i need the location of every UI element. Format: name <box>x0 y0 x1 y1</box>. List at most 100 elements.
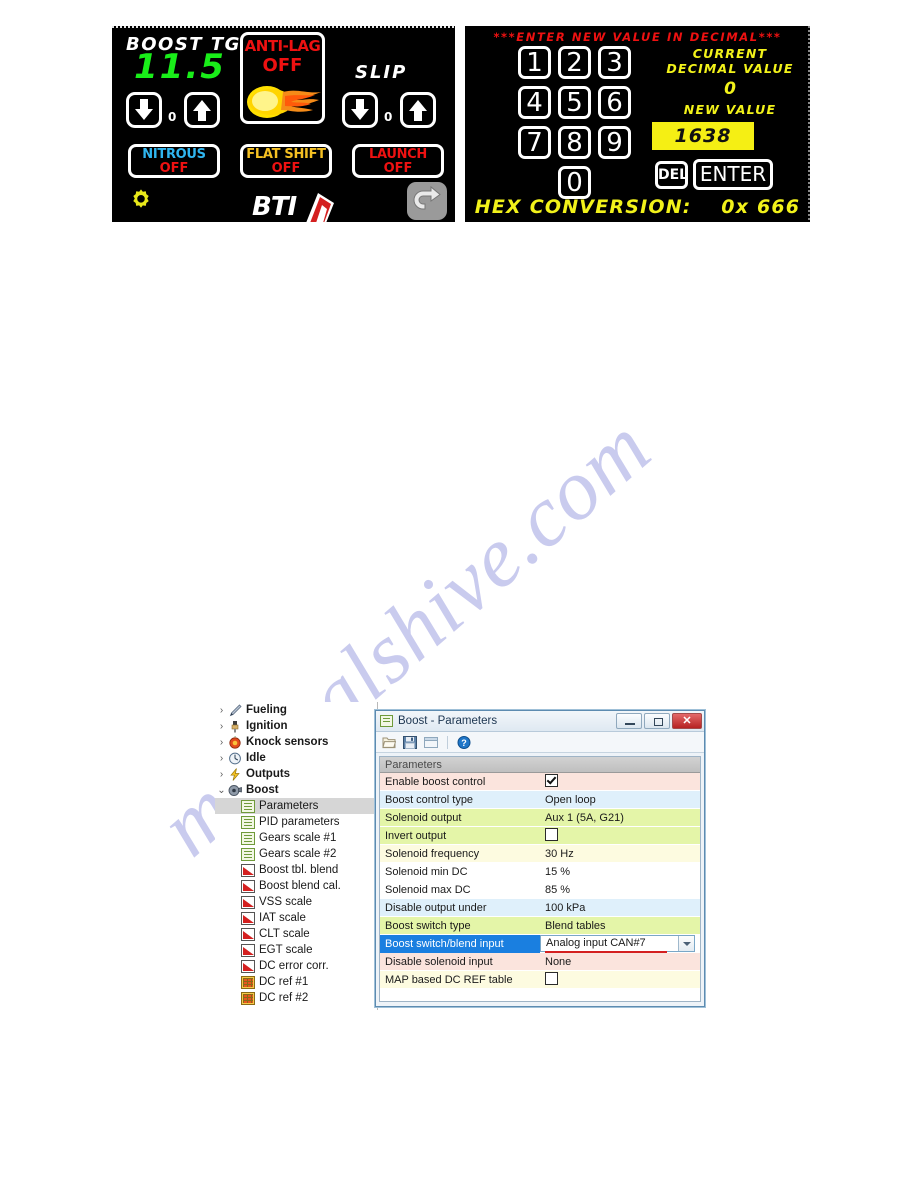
tree-item-label: DC ref #1 <box>259 976 309 988</box>
settings-button[interactable] <box>130 188 152 210</box>
slip-label: SLIP <box>355 62 408 83</box>
key-1[interactable]: 1 <box>518 46 551 79</box>
param-row[interactable]: Disable solenoid input None <box>380 953 700 971</box>
dialog-title: Boost - Parameters <box>398 715 498 727</box>
key-0[interactable]: 0 <box>558 166 591 199</box>
chart-icon <box>241 959 255 973</box>
key-8[interactable]: 8 <box>558 126 591 159</box>
param-value-cell[interactable] <box>540 773 700 791</box>
tree-item-knock-sensors[interactable]: › Knock sensors <box>215 734 378 750</box>
param-row[interactable]: Enable boost control <box>380 773 700 791</box>
param-name: Enable boost control <box>385 775 486 788</box>
tree-item-pid-parameters[interactable]: PID parameters <box>215 814 378 830</box>
tree-item-gears-scale-2[interactable]: Gears scale #2 <box>215 846 378 862</box>
key-3[interactable]: 3 <box>598 46 631 79</box>
ignition-icon <box>228 720 242 733</box>
chevron-right-icon[interactable]: › <box>215 705 228 716</box>
param-row[interactable]: Solenoid frequency 30 Hz <box>380 845 700 863</box>
param-value-cell[interactable]: 15 % <box>540 863 700 881</box>
tree-item-boost-blend-cal[interactable]: Boost blend cal. <box>215 878 378 894</box>
tree-item-label: Gears scale #2 <box>259 848 337 860</box>
key-6[interactable]: 6 <box>598 86 631 119</box>
chevron-right-icon[interactable]: › <box>215 721 228 732</box>
tree-item-gears-scale-1[interactable]: Gears scale #1 <box>215 830 378 846</box>
tree-item-boost[interactable]: ⌄ Boost <box>215 782 378 798</box>
maximize-button[interactable] <box>644 713 670 729</box>
enter-key[interactable]: ENTER <box>693 159 773 190</box>
help-icon[interactable]: ? <box>457 735 471 749</box>
chevron-right-icon[interactable]: › <box>215 753 228 764</box>
param-row[interactable]: Solenoid max DC 85 % <box>380 881 700 899</box>
param-value-cell[interactable]: Analog input CAN#7 <box>540 934 700 953</box>
param-name: Boost switch type <box>385 919 471 932</box>
param-value-cell[interactable] <box>540 827 700 845</box>
param-row[interactable]: Invert output <box>380 827 700 845</box>
boost-increase-button[interactable] <box>184 92 220 128</box>
nitrous-button[interactable]: NITROUS OFF <box>128 144 220 178</box>
open-icon[interactable] <box>382 736 397 749</box>
param-checkbox[interactable] <box>545 972 558 986</box>
param-row[interactable]: Boost switch/blend input Analog input CAN… <box>380 934 700 953</box>
save-icon[interactable] <box>403 735 417 749</box>
param-value-cell[interactable]: Open loop <box>540 791 700 809</box>
tree-item-idle[interactable]: › Idle <box>215 750 378 766</box>
tree-item-dc-ref-1[interactable]: DC ref #1 <box>215 974 378 990</box>
param-row[interactable]: Boost switch type Blend tables <box>380 917 700 935</box>
param-name: MAP based DC REF table <box>385 973 513 986</box>
param-row[interactable]: MAP based DC REF table <box>380 971 700 989</box>
tree-item-outputs[interactable]: › Outputs <box>215 766 378 782</box>
param-checkbox[interactable] <box>545 828 558 842</box>
flat-shift-button[interactable]: FLAT SHIFT OFF <box>240 144 332 178</box>
tree-item-boost-tbl-blend[interactable]: Boost tbl. blend <box>215 862 378 878</box>
chevron-right-icon[interactable]: › <box>215 737 228 748</box>
key-9[interactable]: 9 <box>598 126 631 159</box>
back-button[interactable] <box>407 182 447 220</box>
tree-item-clt-scale[interactable]: CLT scale <box>215 926 378 942</box>
minimize-button[interactable] <box>616 713 642 729</box>
launch-button[interactable]: LAUNCH OFF <box>352 144 444 178</box>
chart-icon <box>241 943 255 957</box>
tree-item-vss-scale[interactable]: VSS scale <box>215 894 378 910</box>
param-value-cell[interactable]: 100 kPa <box>540 899 700 917</box>
close-button[interactable]: ✕ <box>672 713 702 729</box>
tree-item-dc-ref-2[interactable]: DC ref #2 <box>215 990 378 1006</box>
param-value-cell[interactable]: Aux 1 (5A, G21) <box>540 809 700 827</box>
key-7[interactable]: 7 <box>518 126 551 159</box>
slip-increase-button[interactable] <box>400 92 436 128</box>
tree-item-label: PID parameters <box>259 816 340 828</box>
slip-decrease-button[interactable] <box>342 92 378 128</box>
svg-text:?: ? <box>461 738 467 748</box>
param-row[interactable]: Solenoid output Aux 1 (5A, G21) <box>380 809 700 827</box>
nitrous-title: NITROUS <box>142 147 206 162</box>
param-combobox[interactable]: Analog input CAN#7 <box>540 934 695 953</box>
chevron-right-icon[interactable]: › <box>215 769 228 780</box>
new-value-field[interactable]: 1638 <box>652 122 754 150</box>
param-row[interactable]: Disable output under 100 kPa <box>380 899 700 917</box>
param-value-cell[interactable] <box>540 971 700 989</box>
window-icon[interactable] <box>424 736 438 749</box>
dialog-titlebar[interactable]: Boost - Parameters ✕ <box>376 711 704 732</box>
param-value-cell[interactable]: 85 % <box>540 881 700 899</box>
document-icon <box>241 799 255 813</box>
back-arrow-icon <box>413 185 441 210</box>
param-row[interactable]: Boost control type Open loop <box>380 791 700 809</box>
tree-item-dc-error-corr[interactable]: DC error corr. <box>215 958 378 974</box>
chevron-down-icon[interactable] <box>678 935 694 951</box>
anti-lag-button[interactable]: ANTI-LAG OFF <box>240 32 325 124</box>
key-2[interactable]: 2 <box>558 46 591 79</box>
chevron-down-icon[interactable]: ⌄ <box>215 785 228 796</box>
key-4[interactable]: 4 <box>518 86 551 119</box>
param-row[interactable]: Solenoid min DC 15 % <box>380 863 700 881</box>
tree-item-egt-scale[interactable]: EGT scale <box>215 942 378 958</box>
key-5[interactable]: 5 <box>558 86 591 119</box>
boost-decrease-button[interactable] <box>126 92 162 128</box>
delete-key[interactable]: DEL <box>655 161 688 189</box>
tree-item-fueling[interactable]: › Fueling <box>215 702 378 718</box>
param-value-cell[interactable]: None <box>540 953 700 971</box>
tree-item-ignition[interactable]: › Ignition <box>215 718 378 734</box>
param-checkbox[interactable] <box>545 774 558 788</box>
param-value-cell[interactable]: 30 Hz <box>540 845 700 863</box>
param-value-cell[interactable]: Blend tables <box>540 917 700 935</box>
tree-item-iat-scale[interactable]: IAT scale <box>215 910 378 926</box>
tree-item-parameters[interactable]: Parameters <box>215 798 378 814</box>
